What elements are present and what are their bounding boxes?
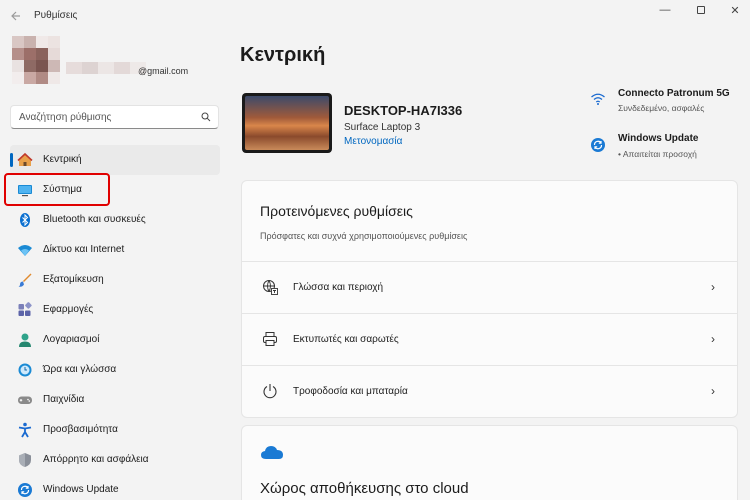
gaming-icon [17,392,33,408]
sidebar-item-label: Bluetooth και συσκευές [43,214,146,225]
printer-icon [263,332,277,346]
row-label: Εκτυπωτές και σαρωτές [293,334,399,345]
recommended-subtitle: Πρόσφατες και συχνά χρησιμοποιούμενες ρυ… [260,231,468,241]
power-icon [263,384,277,399]
update-status-title[interactable]: Windows Update [618,133,698,144]
chevron-right-icon: › [711,384,715,398]
windows-update-status-icon [591,138,605,152]
accessibility-icon [17,422,33,438]
maximize-icon [697,6,705,14]
search-placeholder: Αναζήτηση ρύθμισης [19,112,112,123]
network-status-subtitle: Συνδεδεμένο, ασφαλές [618,103,705,113]
email-blurred [66,62,146,74]
sidebar-item-bluetooth[interactable]: Bluetooth και συσκευές [10,205,220,235]
chevron-right-icon: › [711,332,715,346]
cloud-storage-title: Χώρος αποθήκευσης στο cloud [260,480,469,497]
avatar [12,36,60,84]
sidebar-item-label: Παιχνίδια [43,394,85,405]
back-arrow-icon [11,11,20,21]
recommended-settings-card: Προτεινόμενες ρυθμίσεις Πρόσφατες και συ… [241,180,738,418]
sidebar-item-label: Windows Update [43,484,119,495]
minimize-icon: — [659,4,671,16]
user-profile[interactable]: @gmail.com [12,36,212,86]
app-title: Ρυθμίσεις [34,10,78,21]
title-bar: Ρυθμίσεις — ✕ [0,0,750,34]
email-suffix: @gmail.com [138,66,189,76]
sidebar-item-privacy-security[interactable]: Απόρρητο και ασφάλεια [10,445,220,475]
sidebar-item-windows-update[interactable]: Windows Update [10,475,220,500]
update-status-subtitle: • Απαιτείται προσοχή [618,149,697,159]
sidebar-item-network[interactable]: Δίκτυο και Internet [10,235,220,265]
sidebar-item-label: Δίκτυο και Internet [43,244,125,255]
brush-icon [17,272,33,288]
shield-icon [17,452,33,468]
network-icon [17,242,33,258]
row-language-region[interactable]: Γλώσσα και περιοχή › [242,261,737,313]
page-title: Κεντρική [240,44,326,66]
language-region-icon [263,280,278,295]
windows-update-icon [17,482,33,498]
device-name: DESKTOP-HA7I336 [344,103,463,118]
minimize-button[interactable]: — [648,2,682,18]
back-button[interactable] [6,6,26,26]
rename-link[interactable]: Μετονομασία [344,136,402,147]
recommended-title: Προτεινόμενες ρυθμίσεις [260,203,413,219]
sidebar-item-apps[interactable]: Εφαρμογές [10,295,220,325]
bluetooth-icon [17,212,33,228]
sidebar-item-label: Κεντρική [43,154,82,165]
device-model: Surface Laptop 3 [344,122,421,133]
home-icon [17,152,33,168]
network-status-title[interactable]: Connecto Patronum 5G [618,88,730,99]
chevron-right-icon: › [711,280,715,294]
search-icon [201,112,211,122]
accounts-icon [17,332,33,348]
cloud-storage-card: Χώρος αποθήκευσης στο cloud [241,425,738,500]
apps-icon [17,302,33,318]
row-label: Γλώσσα και περιοχή [293,282,384,293]
row-power-battery[interactable]: Τροφοδοσία και μπαταρία › [242,365,737,417]
sidebar-item-label: Εξατομίκευση [43,274,104,285]
sidebar-item-label: Προσβασιμότητα [43,424,118,435]
maximize-button[interactable] [684,2,718,18]
close-button[interactable]: ✕ [718,2,750,18]
wifi-icon [591,93,605,105]
search-input[interactable]: Αναζήτηση ρύθμισης [10,105,219,129]
sidebar-item-accessibility[interactable]: Προσβασιμότητα [10,415,220,445]
row-label: Τροφοδοσία και μπαταρία [293,386,408,397]
sidebar-item-label: Απόρρητο και ασφάλεια [43,454,149,465]
sidebar-item-personalization[interactable]: Εξατομίκευση [10,265,220,295]
time-language-icon [17,362,33,378]
sidebar-item-label: Εφαρμογές [43,304,94,315]
device-wallpaper-image [242,93,332,153]
highlight-annotation [4,173,110,206]
desktop-thumbnail [245,96,329,150]
sidebar-item-accounts[interactable]: Λογαριασμοί [10,325,220,355]
sidebar-item-time-language[interactable]: Ώρα και γλώσσα [10,355,220,385]
sidebar-item-label: Ώρα και γλώσσα [43,364,117,375]
close-icon: ✕ [730,4,740,17]
sidebar-item-home[interactable]: Κεντρική [10,145,220,175]
onedrive-cloud-icon [261,446,283,459]
sidebar-item-gaming[interactable]: Παιχνίδια [10,385,220,415]
sidebar-item-label: Λογαριασμοί [43,334,100,345]
row-printers-scanners[interactable]: Εκτυπωτές και σαρωτές › [242,313,737,365]
